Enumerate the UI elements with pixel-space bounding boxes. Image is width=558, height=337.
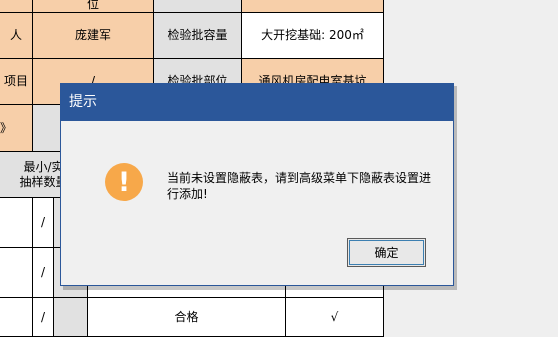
exclamation-icon: ! [105, 163, 143, 201]
table-cell: 大开挖基础: 200㎡ [242, 13, 384, 59]
table-cell: / [33, 298, 54, 337]
table-cell [0, 248, 33, 298]
table-cell: 合格 [88, 298, 286, 337]
table-cell: 》 [0, 105, 33, 152]
table-cell: 人 [0, 13, 33, 59]
table-cell: 位 [33, 0, 154, 13]
table-cell: 庞建军 [33, 13, 154, 59]
ok-button-label: 确定 [374, 246, 399, 260]
table-cell: / [33, 248, 54, 298]
table-cell [54, 298, 88, 337]
table-cell: 检验批容量 [154, 13, 242, 59]
dialog-message: 当前未设置隐蔽表，请到高级菜单下隐蔽表设置进行添加! [167, 171, 432, 201]
table-cell [154, 0, 242, 13]
table-cell [0, 0, 33, 13]
dialog-titlebar[interactable]: 提示 [61, 84, 453, 121]
table-cell: √ [286, 298, 384, 337]
alert-dialog: 提示 ! 当前未设置隐蔽表，请到高级菜单下隐蔽表设置进行添加! 确定 [60, 83, 454, 286]
ok-button[interactable]: 确定 [347, 238, 426, 267]
table-cell [0, 198, 33, 248]
table-cell [0, 298, 33, 337]
table-cell: 项目 [0, 59, 33, 105]
table-cell [242, 0, 384, 13]
dialog-title: 提示 [69, 94, 97, 110]
table-cell: / [33, 198, 54, 248]
